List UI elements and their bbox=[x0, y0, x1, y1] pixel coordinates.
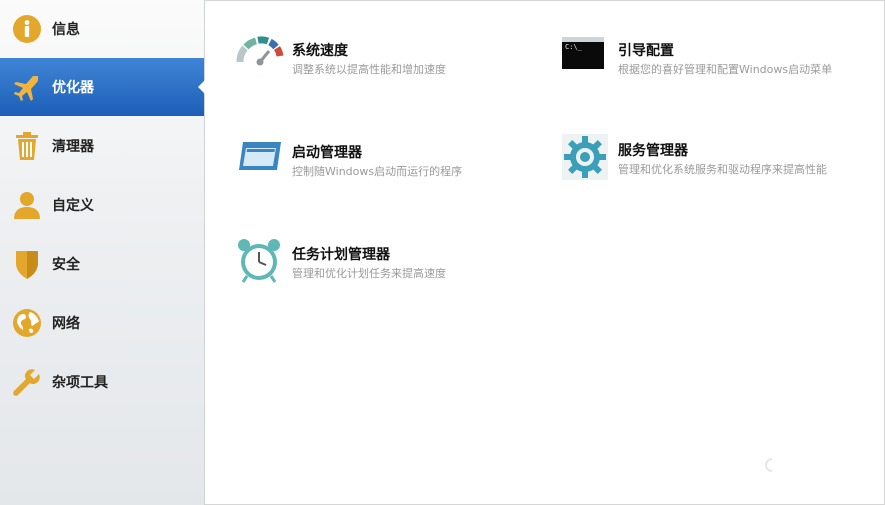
alarm-clock-icon bbox=[238, 239, 280, 283]
sidebar-item-label: 信息 bbox=[52, 22, 80, 38]
sidebar-item-label: 优化器 bbox=[52, 80, 94, 96]
speedometer-icon bbox=[236, 36, 284, 66]
console-icon: C:\_ bbox=[562, 37, 604, 69]
sidebar-item-label: 网络 bbox=[52, 316, 80, 332]
sidebar-item-optimizer[interactable]: 优化器 bbox=[0, 58, 205, 116]
tile-startup-manager[interactable]: 启动管理器 控制随Windows启动而运行的程序 bbox=[236, 136, 536, 192]
wrench-icon bbox=[13, 369, 40, 396]
sidebar-item-label: 清理器 bbox=[52, 139, 94, 155]
sidebar-item-label: 安全 bbox=[52, 257, 80, 273]
globe-icon bbox=[13, 309, 41, 337]
user-icon bbox=[14, 192, 40, 219]
shield-icon bbox=[16, 251, 38, 279]
sidebar-item-cleaner[interactable]: 清理器 bbox=[0, 117, 204, 175]
sidebar-item-security[interactable]: 安全 bbox=[0, 235, 204, 293]
sidebar-item-misc-tools[interactable]: 杂项工具 bbox=[0, 353, 204, 411]
tile-system-speed[interactable]: 系统速度 调整系统以提高性能和增加速度 bbox=[236, 34, 536, 90]
tile-boot-config[interactable]: C:\_ 引导配置 根据您的喜好管理和配置Windows启动菜单 bbox=[562, 34, 862, 90]
info-icon bbox=[13, 15, 41, 43]
sidebar-item-info[interactable]: 信息 bbox=[0, 0, 204, 58]
tile-task-scheduler[interactable]: 任务计划管理器 管理和优化计划任务来提高速度 bbox=[236, 238, 536, 294]
sidebar-item-label: 自定义 bbox=[52, 198, 94, 214]
tile-description: 管理和优化计划任务来提高速度 bbox=[292, 267, 446, 280]
tile-description: 控制随Windows启动而运行的程序 bbox=[292, 165, 463, 178]
tile-title: 服务管理器 bbox=[618, 143, 688, 159]
sidebar-item-customize[interactable]: 自定义 bbox=[0, 176, 204, 234]
gear-icon bbox=[562, 134, 608, 180]
window-icon bbox=[239, 142, 281, 170]
tile-title: 系统速度 bbox=[292, 43, 348, 59]
sidebar: 信息 优化器 清理器 自定义 安全 网络 杂项工具 bbox=[0, 0, 205, 505]
trash-icon bbox=[16, 132, 38, 160]
tile-title: 任务计划管理器 bbox=[292, 247, 390, 263]
tile-service-manager[interactable]: 服务管理器 管理和优化系统服务和驱动程序来提高性能 bbox=[562, 134, 862, 190]
sidebar-item-network[interactable]: 网络 bbox=[0, 294, 204, 352]
tile-description: 调整系统以提高性能和增加速度 bbox=[292, 63, 446, 76]
sidebar-item-label: 杂项工具 bbox=[52, 375, 108, 391]
console-prompt-text: C:\_ bbox=[565, 43, 582, 51]
tile-title: 引导配置 bbox=[618, 43, 674, 59]
tile-description: 根据您的喜好管理和配置Windows启动菜单 bbox=[618, 63, 833, 76]
tile-description: 管理和优化系统服务和驱动程序来提高性能 bbox=[618, 163, 827, 176]
loading-spinner-icon bbox=[765, 458, 773, 472]
airplane-icon bbox=[14, 76, 38, 101]
tile-title: 启动管理器 bbox=[292, 145, 362, 161]
